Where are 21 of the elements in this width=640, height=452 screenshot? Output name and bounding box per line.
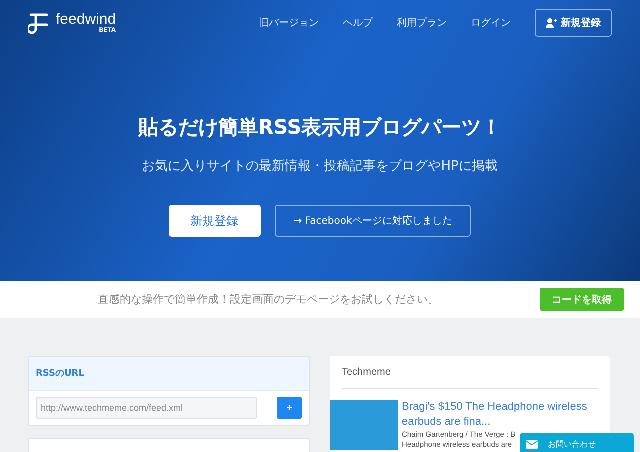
logo-text: feedwind [56, 12, 116, 27]
nav-link[interactable]: ヘルプ [343, 16, 373, 30]
hero-subtitle: お気に入りサイトの最新情報・投稿記事をブログやHPに掲載 [142, 158, 498, 175]
user-add-icon [546, 18, 557, 28]
photo-placeholder [330, 400, 398, 450]
mail-icon [526, 440, 538, 448]
nav-link[interactable]: ログイン [471, 16, 511, 30]
facebook-button[interactable]: → Facebookページに対応しました [274, 205, 472, 237]
hero-title: 貼るだけ簡単RSS表示用ブログパーツ！ [138, 114, 502, 141]
signup-button[interactable]: 新規登録 [168, 205, 261, 237]
feed-title: Techmeme [342, 366, 391, 378]
nav-link[interactable]: 旧バージョン [259, 16, 319, 30]
add-button[interactable]: + [277, 397, 302, 419]
url-input-field[interactable]: http://www.techmeme.com/feed.xml [36, 397, 257, 419]
logo-icon [28, 11, 50, 35]
card-title: RSSのURL [36, 368, 84, 380]
signup-button[interactable]: 新規登録 [535, 9, 612, 37]
nav-link[interactable]: 利用プラン [397, 16, 447, 30]
contact-button[interactable]: お問い合わせ [520, 433, 634, 452]
demo-text: 直感的な操作で簡単作成！設定画面のデモページをお試しください。 [98, 292, 439, 307]
article-link[interactable]: Bragi's $150 The Headphone wireless earbuds are fina... [402, 400, 598, 430]
